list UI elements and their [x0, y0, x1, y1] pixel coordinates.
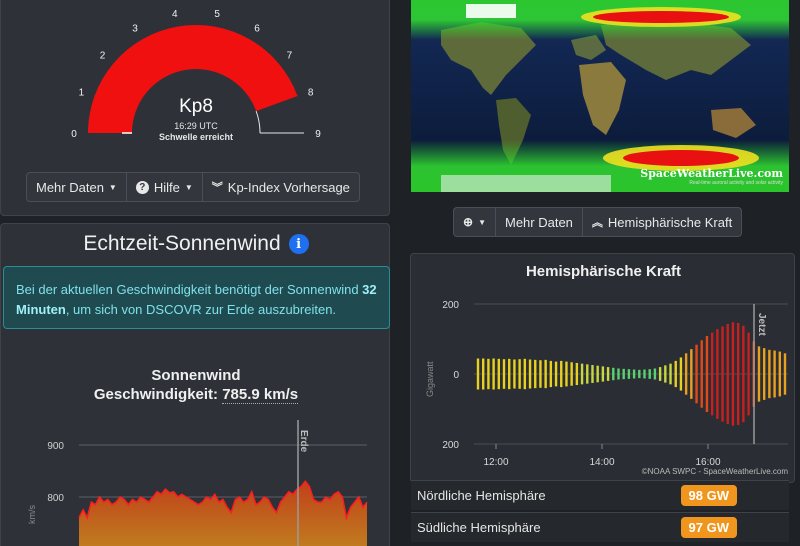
kp-tick-label: 8 — [308, 87, 314, 98]
kp-tick-label: 4 — [172, 9, 178, 20]
north-hemisphere-row: Nördliche Hemisphäre 98 GW — [411, 480, 789, 510]
south-hemisphere-row: Südliche Hemisphäre 97 GW — [411, 512, 789, 542]
kp-forecast-button[interactable]: ︾ Kp-Index Vorhersage — [203, 173, 359, 201]
double-chevron-down-icon: ︾ — [211, 182, 223, 194]
kp-gauge: 0 1 2 3 4 5 6 7 8 9 Kp8 16:29 UTC Schwelle erreic… — [71, 9, 321, 142]
hemi-power-title: Hemisphärische Kraft — [525, 263, 682, 280]
propagation-info-box: Bei der aktuellen Geschwindigkeit benöti… — [3, 266, 390, 329]
kp-tick-label: 1 — [79, 87, 85, 98]
kp-tick-label: 9 — [315, 129, 321, 140]
hemi-power-chart: 2000200Gigawatt12:00 14:00 16:00 Jetzt ©NO… — [425, 300, 789, 476]
info-icon[interactable]: i — [288, 234, 309, 254]
kp-value-label: Kp8 — [179, 96, 213, 117]
kp-index-panel: 0 1 2 3 4 5 6 7 8 9 Kp8 16:29 UTC Schwelle erreic… — [0, 0, 390, 216]
hemi-y-tick-label: 200 — [442, 300, 459, 311]
chart-credit: ©NOAA SWPC - SpaceWeatherLive.com — [642, 467, 789, 476]
hemi-y-tick-label: 200 — [442, 440, 459, 451]
hemi-y-tick-label: 0 — [453, 370, 459, 381]
solar-wind-chart-title: Sonnenwind Geschwindigkeit: 785.9 km/s — [93, 367, 299, 404]
now-marker-label: Jetzt — [756, 313, 767, 336]
question-circle-icon: ? — [135, 180, 149, 194]
more-data-button[interactable]: Mehr Daten ▼ — [27, 173, 127, 201]
kp-tick-label: 3 — [132, 23, 138, 34]
kp-threshold-label: Schwelle erreicht — [159, 132, 233, 142]
spaceweatherlive-logo: SpaceWeatherLive.com Real-time auroral a… — [640, 167, 783, 186]
solar-wind-panel: Echtzeit-Sonnenwind i Bei der aktuellen … — [0, 223, 390, 546]
kp-tick-label: 0 — [71, 129, 77, 140]
kp-time-label: 16:29 UTC — [174, 121, 218, 131]
solar-wind-header: Echtzeit-Sonnenwind i — [1, 224, 391, 264]
solar-wind-chart: 700800900km/s Erde — [27, 420, 368, 546]
kp-toolbar: Mehr Daten ▼ ? Hilfe ▼ ︾ Kp-Index Vorhersage — [26, 172, 360, 202]
caret-down-icon: ▼ — [184, 182, 193, 192]
wind-area — [79, 481, 367, 546]
kp-tick-label: 6 — [254, 23, 260, 34]
kp-tick-label: 2 — [100, 51, 106, 62]
double-chevron-up-icon: ︽ — [591, 217, 603, 229]
hemi-power-panel: Hemisphärische Kraft 200 0 200 Gigawatt 12:0… — [410, 253, 795, 483]
south-power-badge: 97 GW — [680, 517, 737, 538]
kp-tick-label: 5 — [214, 9, 220, 20]
world-map-image — [411, 0, 789, 192]
wind-y-tick-label: 800 — [47, 493, 64, 504]
caret-down-icon: ▼ — [108, 182, 117, 192]
wind-y-tick-label: 900 — [47, 441, 64, 452]
aurora-map[interactable]: SpaceWeatherLive.com Real-time auroral a… — [411, 0, 789, 192]
wind-speed-value: 785.9 km/s — [222, 386, 299, 404]
hemi-x-tick-label: 14:00 — [589, 457, 614, 468]
zoom-button[interactable]: ⊕ ▼ — [454, 208, 496, 236]
hemi-y-axis-label: Gigawatt — [425, 361, 435, 397]
map-toolbar: ⊕ ▼ Mehr Daten ︽ Hemisphärische Kraft — [453, 207, 743, 237]
wind-y-axis-label: km/s — [27, 505, 37, 524]
map-more-data-button[interactable]: Mehr Daten — [496, 208, 583, 236]
north-power-badge: 98 GW — [680, 485, 737, 506]
zoom-in-icon: ⊕ — [463, 215, 474, 229]
hemi-x-tick-label: 12:00 — [483, 457, 508, 468]
kp-gauge-remaining-arc — [255, 110, 261, 134]
hemi-power-button[interactable]: ︽ Hemisphärische Kraft — [583, 208, 741, 236]
solar-wind-title: Echtzeit-Sonnenwind — [83, 232, 281, 255]
kp-tick-label: 7 — [287, 51, 293, 62]
caret-down-icon: ▼ — [478, 217, 486, 227]
earth-marker-label: Erde — [298, 430, 309, 453]
help-button[interactable]: ? Hilfe ▼ — [127, 173, 203, 201]
